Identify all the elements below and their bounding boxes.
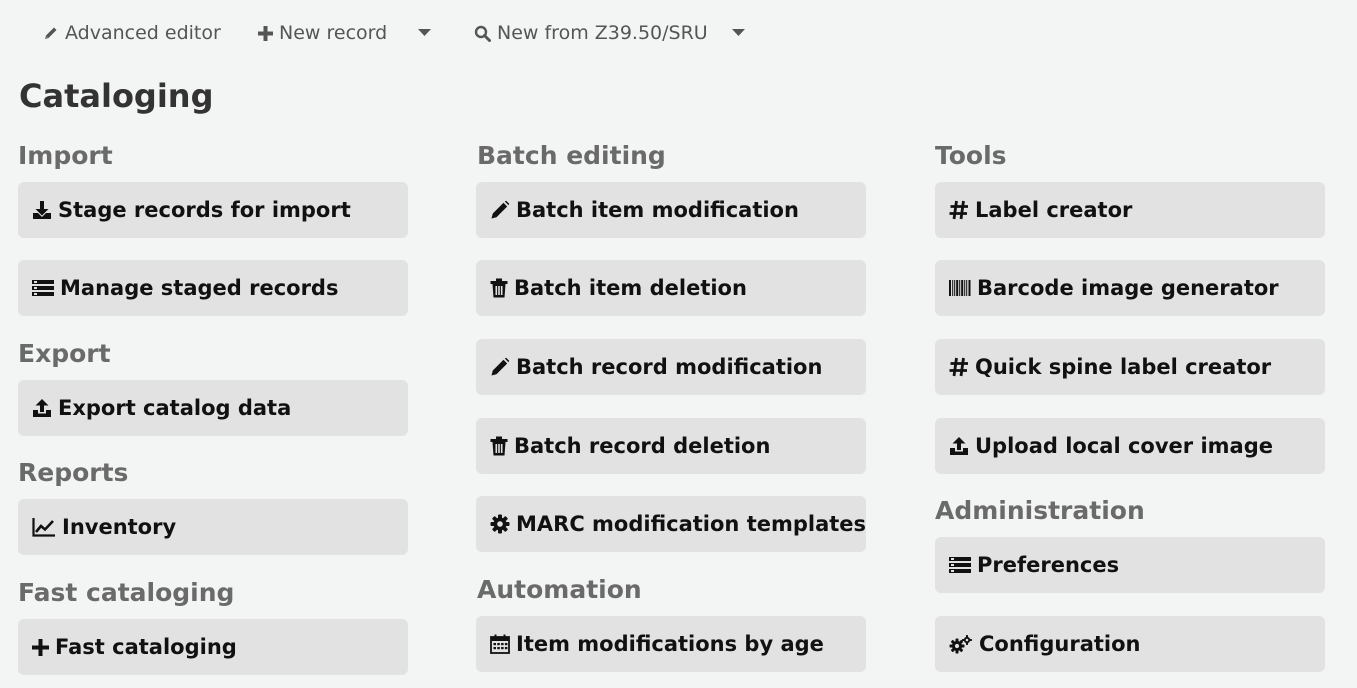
export-catalog-button[interactable]: Export catalog data [18,380,408,436]
gears-icon [949,634,973,654]
pencil-icon [490,357,510,377]
new-record-button[interactable]: New record [258,18,387,48]
trash-icon [490,278,508,298]
upload-cover-button[interactable]: Upload local cover image [935,418,1325,474]
preferences-button[interactable]: Preferences [935,537,1325,593]
marc-templates-label: MARC modification templates [516,512,867,536]
hashtag-icon [949,200,969,220]
barcode-generator-label: Barcode image generator [977,276,1279,300]
new-from-z3950-dropdown-toggle[interactable] [732,18,745,48]
upload-icon [32,398,52,418]
configuration-button[interactable]: Configuration [935,616,1325,672]
gear-icon [490,514,510,534]
stage-records-button[interactable]: Stage records for import [18,182,408,238]
search-icon [474,25,491,42]
page-title: Cataloging [19,77,214,115]
upload-cover-label: Upload local cover image [975,434,1273,458]
batch-item-deletion-label: Batch item deletion [514,276,747,300]
toolbar: Advanced editor New record New from Z39.… [0,18,1357,48]
item-mod-by-age-label: Item modifications by age [516,632,824,656]
label-creator-label: Label creator [975,198,1133,222]
new-from-z3950-label: New from Z39.50/SRU [497,22,708,44]
export-catalog-label: Export catalog data [58,396,292,420]
new-from-z3950-button[interactable]: New from Z39.50/SRU [474,18,708,48]
section-title-automation: Automation [477,575,642,604]
fast-cataloging-label: Fast cataloging [55,635,237,659]
pencil-icon [490,200,510,220]
marc-templates-button[interactable]: MARC modification templates [476,496,866,552]
section-title-import: Import [18,141,113,170]
section-title-administration: Administration [935,496,1145,525]
inventory-label: Inventory [62,515,177,539]
new-record-dropdown-toggle[interactable] [418,18,431,48]
hashtag-icon [949,357,969,377]
fast-cataloging-button[interactable]: Fast cataloging [18,619,408,675]
advanced-editor-label: Advanced editor [65,22,221,44]
plus-icon [32,638,49,656]
batch-record-modification-label: Batch record modification [516,355,823,379]
new-record-label: New record [279,22,388,44]
section-title-fast-cataloging: Fast cataloging [18,578,235,607]
section-title-reports: Reports [18,458,129,487]
list-icon [32,279,54,297]
caret-down-icon [732,29,745,36]
inventory-button[interactable]: Inventory [18,499,408,555]
section-title-tools: Tools [935,141,1007,170]
batch-record-deletion-label: Batch record deletion [514,434,771,458]
manage-staged-button[interactable]: Manage staged records [18,260,408,316]
quick-spine-label: Quick spine label creator [975,355,1272,379]
advanced-editor-button[interactable]: Advanced editor [43,18,221,48]
configuration-label: Configuration [979,632,1141,656]
batch-item-modification-label: Batch item modification [516,198,799,222]
list-icon [949,556,971,574]
label-creator-button[interactable]: Label creator [935,182,1325,238]
quick-spine-button[interactable]: Quick spine label creator [935,339,1325,395]
line-chart-icon [32,517,56,537]
batch-item-modification-button[interactable]: Batch item modification [476,182,866,238]
section-title-batch-editing: Batch editing [477,141,666,170]
upload-icon [949,436,969,456]
section-title-export: Export [18,339,111,368]
batch-record-deletion-button[interactable]: Batch record deletion [476,418,866,474]
batch-item-deletion-button[interactable]: Batch item deletion [476,260,866,316]
preferences-label: Preferences [977,553,1120,577]
stage-records-label: Stage records for import [58,198,351,222]
download-icon [32,200,52,220]
pencil-icon [45,27,57,39]
plus-icon [258,25,273,41]
item-mod-by-age-button[interactable]: Item modifications by age [476,616,866,672]
barcode-icon [949,279,971,297]
caret-down-icon [418,29,431,36]
barcode-generator-button[interactable]: Barcode image generator [935,260,1325,316]
manage-staged-label: Manage staged records [60,276,339,300]
trash-icon [490,436,508,456]
calendar-icon [490,634,510,654]
batch-record-modification-button[interactable]: Batch record modification [476,339,866,395]
